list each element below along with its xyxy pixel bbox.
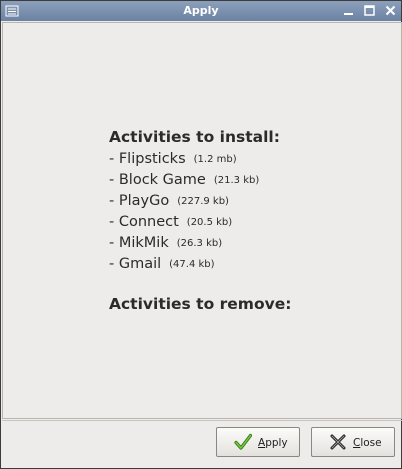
- activity-size: (47.4 kb): [169, 259, 215, 270]
- activity-size: (21.3 kb): [213, 175, 260, 186]
- activity-size: (227.9 kb): [177, 196, 229, 207]
- activities-summary: Activities to install: - Flipsticks (1.2 …: [109, 127, 291, 316]
- title-bar[interactable]: Apply: [1, 1, 401, 21]
- minimize-icon[interactable]: [341, 3, 356, 18]
- remove-heading: Activities to remove:: [109, 295, 292, 313]
- close-icon[interactable]: [383, 3, 398, 18]
- list-item: - MikMik (26.3 kb): [109, 233, 291, 254]
- list-item: - Gmail (47.4 kb): [109, 254, 291, 275]
- list-item: - PlayGo (227.9 kb): [109, 191, 291, 212]
- apply-button[interactable]: Apply: [216, 427, 300, 457]
- activity-name: - PlayGo: [109, 193, 170, 209]
- maximize-icon[interactable]: [362, 3, 377, 18]
- activity-name: - Flipsticks: [109, 151, 186, 167]
- activity-size: (20.5 kb): [186, 217, 233, 228]
- window-controls: [339, 3, 398, 19]
- activity-name: - Connect: [109, 214, 179, 230]
- activity-name: - Gmail: [109, 256, 162, 272]
- activity-name: - Block Game: [109, 172, 206, 188]
- install-heading: Activities to install:: [109, 128, 280, 146]
- button-bar-divider: [2, 420, 402, 421]
- list-item: - Flipsticks (1.2 mb): [109, 149, 291, 170]
- close-button-label: Close: [353, 437, 382, 449]
- list-item: - Block Game (21.3 kb): [109, 170, 291, 191]
- activity-size: (1.2 mb): [193, 154, 237, 165]
- activity-name: - MikMik: [109, 235, 169, 251]
- apply-dialog-window: Apply Activities to install: - Flipstick…: [0, 0, 402, 469]
- x-mark-icon: [329, 433, 347, 451]
- apply-button-label: Apply: [258, 437, 288, 449]
- close-button[interactable]: Close: [311, 427, 395, 457]
- activity-size: (26.3 kb): [176, 238, 223, 249]
- checkmark-icon: [234, 433, 253, 451]
- content-area: Activities to install: - Flipsticks (1.2 …: [2, 22, 402, 419]
- list-item: - Connect (20.5 kb): [109, 212, 291, 233]
